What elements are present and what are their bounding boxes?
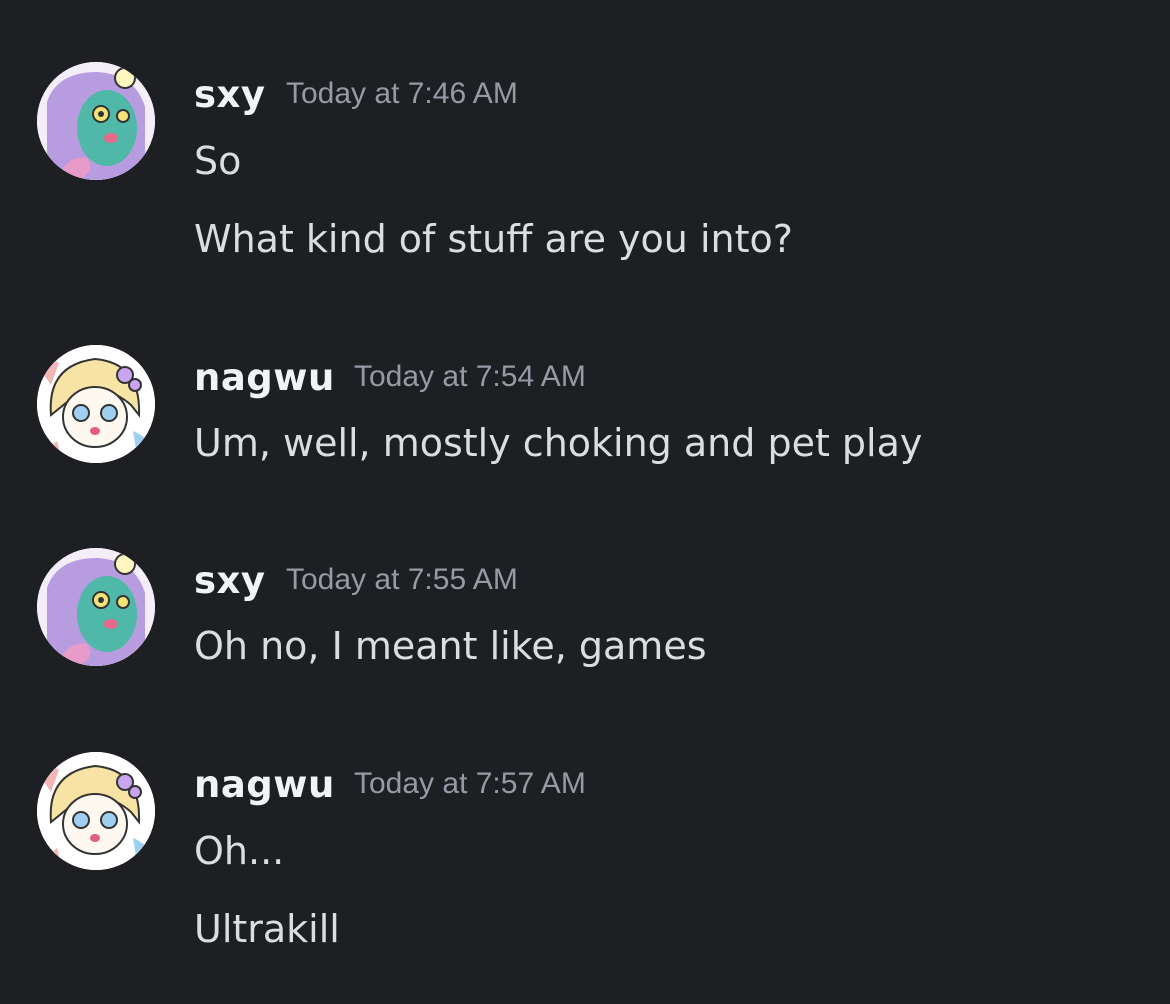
message-timestamp: Today at 7:46 AM — [286, 77, 518, 110]
message-timestamp: Today at 7:54 AM — [354, 360, 586, 393]
message-content: Ultrakill — [194, 907, 340, 951]
message-content: What kind of stuff are you into? — [194, 217, 793, 261]
message-author[interactable]: sxy — [194, 76, 266, 113]
message-content: So — [194, 139, 242, 183]
sxy-avatar[interactable] — [37, 548, 155, 666]
message-author[interactable]: nagwu — [194, 359, 335, 396]
message-content: Oh... — [194, 829, 285, 873]
nagwu-avatar[interactable] — [37, 345, 155, 463]
message-content: Oh no, I meant like, games — [194, 624, 707, 668]
nagwu-avatar[interactable] — [37, 752, 155, 870]
message-content: Um, well, mostly choking and pet play — [194, 421, 923, 465]
message-timestamp: Today at 7:55 AM — [286, 563, 518, 596]
message-timestamp: Today at 7:57 AM — [354, 767, 586, 800]
sxy-avatar[interactable] — [37, 62, 155, 180]
message-author[interactable]: nagwu — [194, 766, 335, 803]
message-author[interactable]: sxy — [194, 562, 266, 599]
